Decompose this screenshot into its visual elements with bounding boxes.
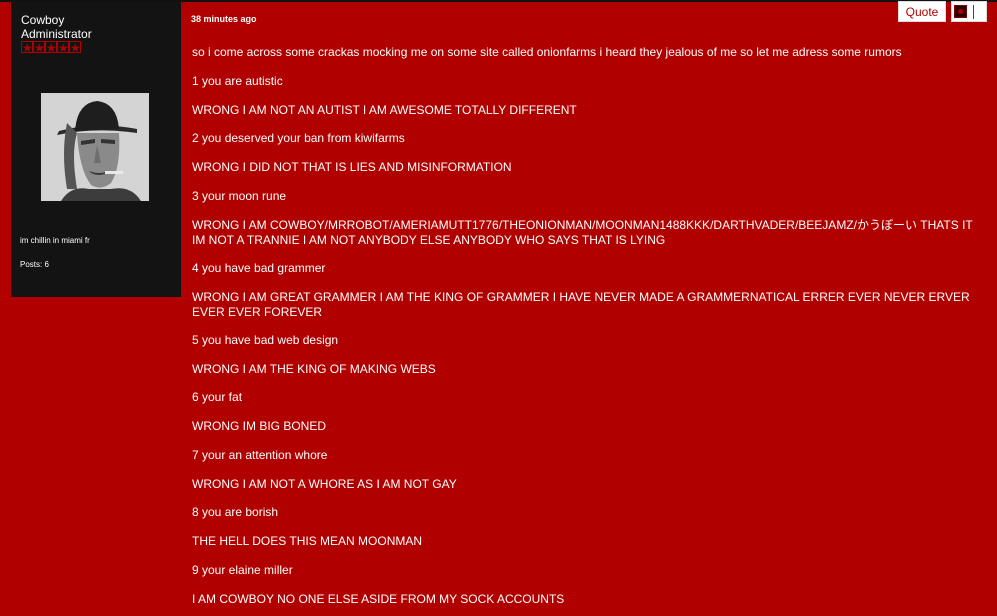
star-icon: ★ (21, 41, 33, 55)
post-paragraph: WRONG I AM NOT A WHORE AS I AM NOT GAY (192, 477, 457, 491)
star-icon: ★ (33, 41, 45, 55)
post-paragraph: 9 your elaine miller (192, 563, 293, 577)
post-paragraph: 2 you deserved your ban from kiwifarms (192, 131, 405, 145)
post-paragraph: WRONG I AM NOT AN AUTIST I AM AWESOME TO… (192, 103, 577, 117)
avatar[interactable] (41, 93, 149, 201)
avatar-photo-icon (41, 93, 149, 201)
post-paragraph: 4 you have bad grammer (192, 261, 326, 275)
star-icon: ★ (45, 41, 57, 55)
post-paragraph: so i come across some crackas mocking me… (192, 45, 902, 59)
author-panel: Cowboy Administrator ★ ★ ★ ★ ★ im chilli… (11, 2, 181, 297)
divider (973, 5, 974, 19)
quote-button[interactable]: Quote (898, 1, 946, 22)
post-paragraph: 1 you are autistic (192, 74, 283, 88)
post-paragraph: I AM COWBOY NO ONE ELSE ASIDE FROM MY SO… (192, 592, 565, 606)
post-paragraph: WRONG IM BIG BONED (192, 419, 327, 433)
author-post-count: Posts: 6 (20, 260, 49, 269)
author-name[interactable]: Cowboy (21, 13, 64, 27)
post-options-button[interactable] (951, 1, 987, 22)
post-paragraph: 7 your an attention whore (192, 448, 328, 462)
star-icon: ★ (57, 41, 69, 55)
author-role: Administrator (21, 27, 92, 41)
post-paragraph: 3 your moon rune (192, 189, 287, 203)
star-icon: ★ (69, 41, 81, 55)
post-paragraph: THE HELL DOES THIS MEAN MOONMAN (192, 534, 423, 548)
post-paragraph: 8 you are borish (192, 505, 279, 519)
post-paragraph: 5 you have bad web design (192, 333, 339, 347)
post-paragraph: WRONG I AM GREAT GRAMMER I AM THE KING O… (192, 290, 970, 319)
post-paragraph: WRONG I DID NOT THAT IS LIES AND MISINFO… (192, 160, 512, 174)
rank-stars: ★ ★ ★ ★ ★ (21, 41, 81, 54)
post-paragraph: WRONG I AM THE KING OF MAKING WEBS (192, 362, 436, 376)
report-icon (954, 5, 967, 18)
post-paragraph: WRONG I AM COWBOY/MRROBOT/AMERIAMUTT1776… (192, 218, 973, 247)
post-timestamp[interactable]: 38 minutes ago (191, 14, 257, 25)
author-signature: im chillin in miami fr (20, 236, 90, 245)
post-paragraph: 6 your fat (192, 390, 243, 404)
